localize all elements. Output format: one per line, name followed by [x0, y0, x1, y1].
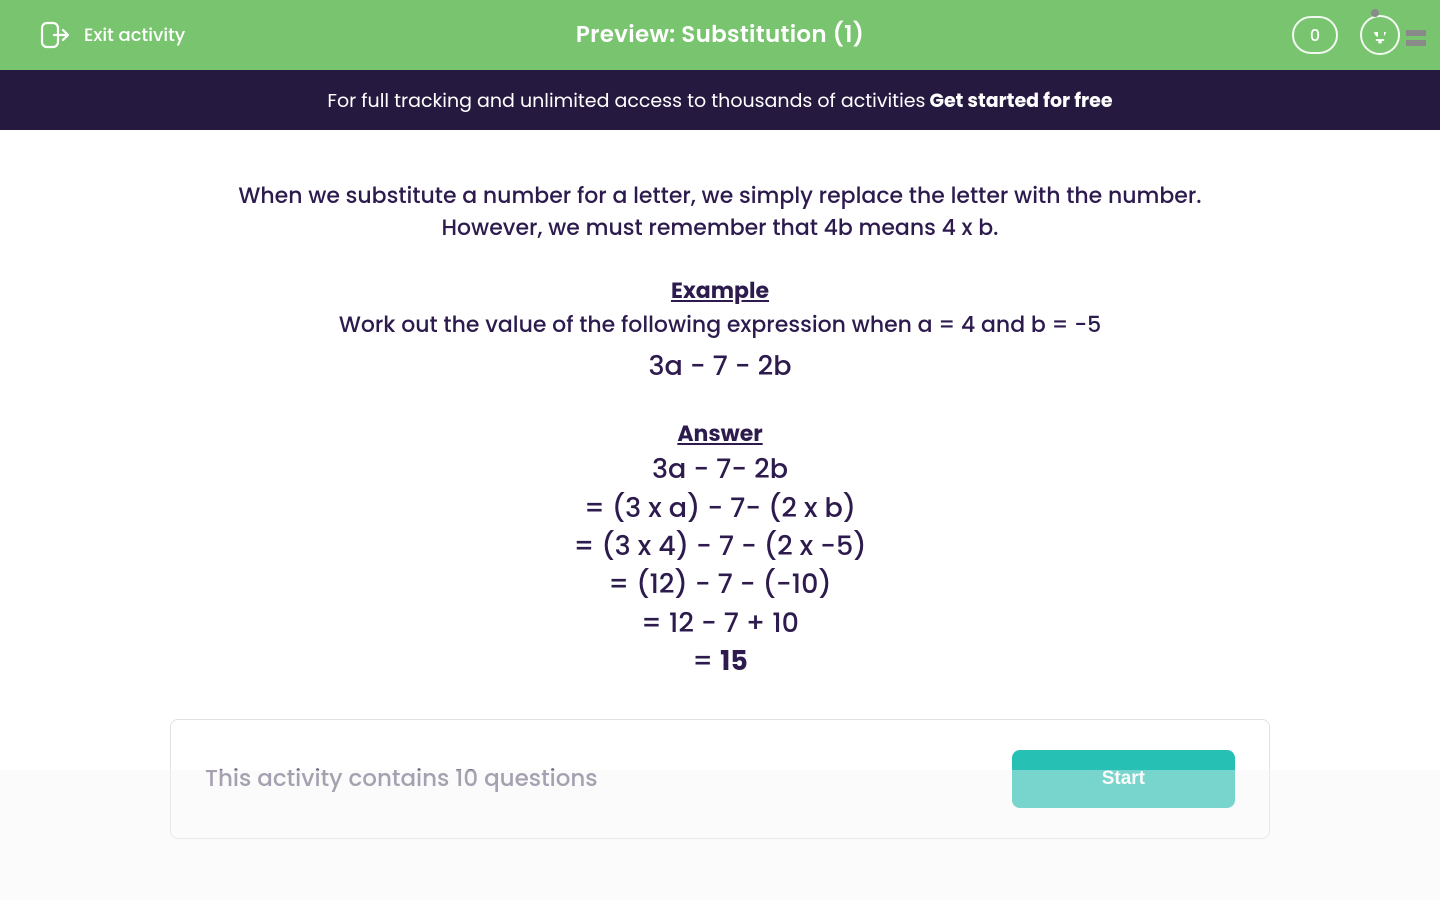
intro-line-1: When we substitute a number for a letter…	[190, 180, 1250, 212]
promo-cta: Get started for free	[929, 86, 1112, 115]
answer-line-3: = (12) - 7 - (-10)	[190, 567, 1250, 603]
promo-banner[interactable]: For full tracking and unlimited access t…	[0, 70, 1440, 130]
promo-text: For full tracking and unlimited access t…	[327, 86, 925, 115]
answer-line-4: = 12 - 7 + 10	[190, 606, 1250, 642]
page-title: Preview: Substitution (1)	[576, 18, 864, 52]
example-heading: Example	[190, 274, 1250, 307]
intro-line-2: However, we must remember that 4b means …	[190, 212, 1250, 244]
example-prompt: Work out the value of the following expr…	[190, 309, 1250, 341]
exit-activity-button[interactable]: Exit activity	[40, 21, 185, 49]
math-symbols-decoration	[1362, 0, 1432, 55]
page-bottom-fade	[0, 770, 1440, 900]
answer-line-1: = (3 x a) - 7- (2 x b)	[190, 491, 1250, 527]
example-expression: 3a - 7 - 2b	[190, 349, 1250, 385]
lesson-content: When we substitute a number for a letter…	[170, 130, 1270, 681]
exit-label: Exit activity	[84, 22, 185, 49]
answer-line-2: = (3 x 4) - 7 - (2 x -5)	[190, 529, 1250, 565]
answer-final: = 15	[190, 644, 1250, 680]
points-badge: 0	[1292, 16, 1338, 54]
answer-line-0: 3a - 7- 2b	[190, 452, 1250, 488]
header-bar: Exit activity Preview: Substitution (1) …	[0, 0, 1440, 70]
answer-heading: Answer	[190, 417, 1250, 450]
exit-icon	[40, 21, 70, 49]
